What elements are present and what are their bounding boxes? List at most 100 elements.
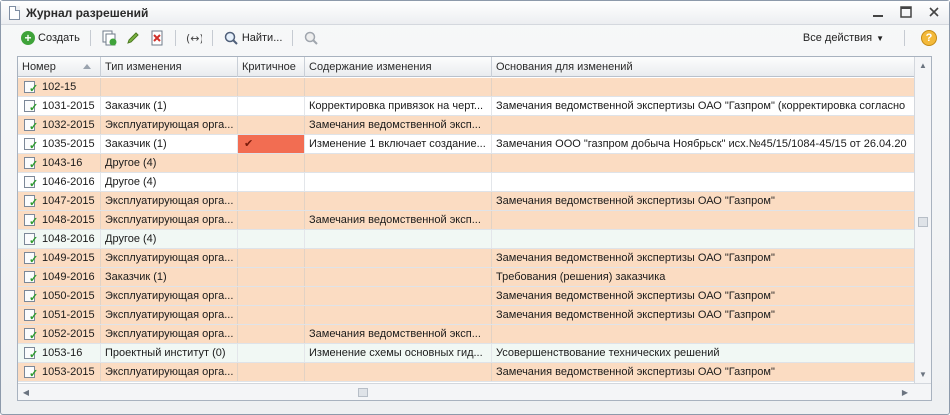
document-approved-icon: ✓ [24,99,38,113]
find-button[interactable]: Найти... [219,28,287,48]
table-row[interactable]: ✓ 1035-2015 Заказчик (1) ✔ Изменение 1 в… [18,135,914,154]
table-row[interactable]: ✓ 1049-2016 Заказчик (1) Требования (реш… [18,268,914,287]
close-button[interactable] [927,3,941,21]
table-row[interactable]: ✓ 1048-2015 Эксплуатирующая орга... Заме… [18,211,914,230]
vertical-scrollbar[interactable]: ▲ ▼ [914,57,931,383]
minus-icon [873,15,883,17]
cell-type: Эксплуатирующая орга... [101,325,238,343]
cell-type: Эксплуатирующая орга... [101,287,238,305]
window-title: Журнал разрешений [26,5,149,20]
scroll-up-icon[interactable]: ▲ [915,57,931,74]
table-row[interactable]: ✓ 1032-2015 Эксплуатирующая орга... Заме… [18,116,914,135]
copy-add-icon [102,30,117,46]
table-row[interactable]: ✓ 102-15 [18,78,914,97]
cell-content [305,268,492,286]
document-approved-icon: ✓ [24,289,38,303]
cell-reason: Замечания ведомственной экспертизы ОАО "… [496,195,775,207]
table-row[interactable]: ✓ 1053-16 Проектный институт (0) Изменен… [18,344,914,363]
cell-critical [238,287,305,305]
number-text: 1031-2015 [42,100,95,112]
add-icon: + [21,31,35,45]
table-row[interactable]: ✓ 1052-2015 Эксплуатирующая орга... Заме… [18,325,914,344]
scroll-thumb[interactable] [358,388,368,397]
cell-number: ✓ 102-15 [18,78,101,96]
cell-reason: Требования (решения) заказчика [496,271,666,283]
cell-content [305,249,492,267]
table-row[interactable]: ✓ 1031-2015 Заказчик (1) Корректировка п… [18,97,914,116]
maximize-button[interactable] [899,3,913,21]
cell-content [305,363,492,381]
scroll-down-icon[interactable]: ▼ [915,366,931,383]
cell-number: ✓ 1046-2016 [18,173,101,191]
table-row[interactable]: ✓ 1043-16 Другое (4) [18,154,914,173]
close-icon [929,7,939,17]
svg-text:(↔): (↔) [186,32,202,45]
edit-button[interactable] [121,28,145,48]
cell-type: Другое (4) [101,173,238,191]
toolbar-separator [89,30,91,46]
toolbar-separator [292,30,294,46]
cell-number: ✓ 1052-2015 [18,325,101,343]
create-label: Создать [38,32,80,44]
help-icon[interactable]: ? [921,30,937,46]
table-row[interactable]: ✓ 1046-2016 Другое (4) [18,173,914,192]
scroll-right-icon[interactable]: ▶ [897,384,913,401]
minimize-button[interactable] [871,3,885,21]
cell-content [305,154,492,172]
cell-content: Изменение схемы основных гид... [305,344,492,362]
cell-reason [492,173,914,191]
cell-critical [238,230,305,248]
cell-number: ✓ 1048-2016 [18,230,101,248]
table-row[interactable]: ✓ 1047-2015 Эксплуатирующая орга... Заме… [18,192,914,211]
all-actions-menu[interactable]: Все действия ▼ [799,28,888,48]
table-row[interactable]: ✓ 1053-2015 Эксплуатирующая орга... Заме… [18,363,914,382]
parameter-button[interactable]: (↔) [182,28,206,48]
cell-type: Эксплуатирующая орга... [101,306,238,324]
cell-content [305,230,492,248]
table-row[interactable]: ✓ 1050-2015 Эксплуатирующая орга... Заме… [18,287,914,306]
cell-type: Заказчик (1) [101,268,238,286]
journal-window: Журнал разрешений + Создать (↔ Найти... … [0,0,950,415]
table-header: Номер Тип изменения Критичное Содержание… [18,57,914,77]
cell-critical [238,154,305,172]
number-text: 1049-2015 [42,252,95,264]
cancel-search-button[interactable] [299,28,323,48]
column-header-type[interactable]: Тип изменения [101,57,238,77]
column-header-reason[interactable]: Основания для изменений [492,57,914,77]
copy-button[interactable] [97,28,121,48]
cell-type: Эксплуатирующая орга... [101,249,238,267]
cell-critical [238,344,305,362]
cell-type [101,78,238,96]
cell-reason [492,154,914,172]
number-text: 1035-2015 [42,138,95,150]
number-text: 1048-2015 [42,214,95,226]
cell-number: ✓ 1050-2015 [18,287,101,305]
cell-content [305,173,492,191]
horizontal-scrollbar[interactable]: ◀ ▶ [18,383,931,400]
create-button[interactable]: + Создать [17,28,84,48]
table-row[interactable]: ✓ 1051-2015 Эксплуатирующая орга... Заме… [18,306,914,325]
delete-button[interactable] [145,28,169,48]
cell-critical [238,192,305,210]
scroll-thumb[interactable] [918,217,928,227]
cell-reason: Замечания ведомственной экспертизы ОАО "… [496,100,906,112]
cell-critical [238,325,305,343]
document-approved-icon: ✓ [24,270,38,284]
table-row[interactable]: ✓ 1048-2016 Другое (4) [18,230,914,249]
scroll-left-icon[interactable]: ◀ [18,384,34,401]
column-header-critical[interactable]: Критичное [238,57,305,77]
document-approved-icon: ✓ [24,118,38,132]
document-approved-icon: ✓ [24,346,38,360]
cell-number: ✓ 1032-2015 [18,116,101,134]
search-icon [224,31,238,45]
table-row[interactable]: ✓ 1049-2015 Эксплуатирующая орга... Заме… [18,249,914,268]
cell-number: ✓ 1035-2015 [18,135,101,153]
cell-content [305,192,492,210]
document-approved-icon: ✓ [24,80,38,94]
column-header-content[interactable]: Содержание изменения [305,57,492,77]
cell-reason: Замечания ведомственной экспертизы ОАО "… [496,290,775,302]
cell-number: ✓ 1053-2015 [18,363,101,381]
document-approved-icon: ✓ [24,327,38,341]
cell-number: ✓ 1049-2016 [18,268,101,286]
cell-reason: Замечания ООО "газпром добыча Ноябрьск" … [496,138,907,150]
